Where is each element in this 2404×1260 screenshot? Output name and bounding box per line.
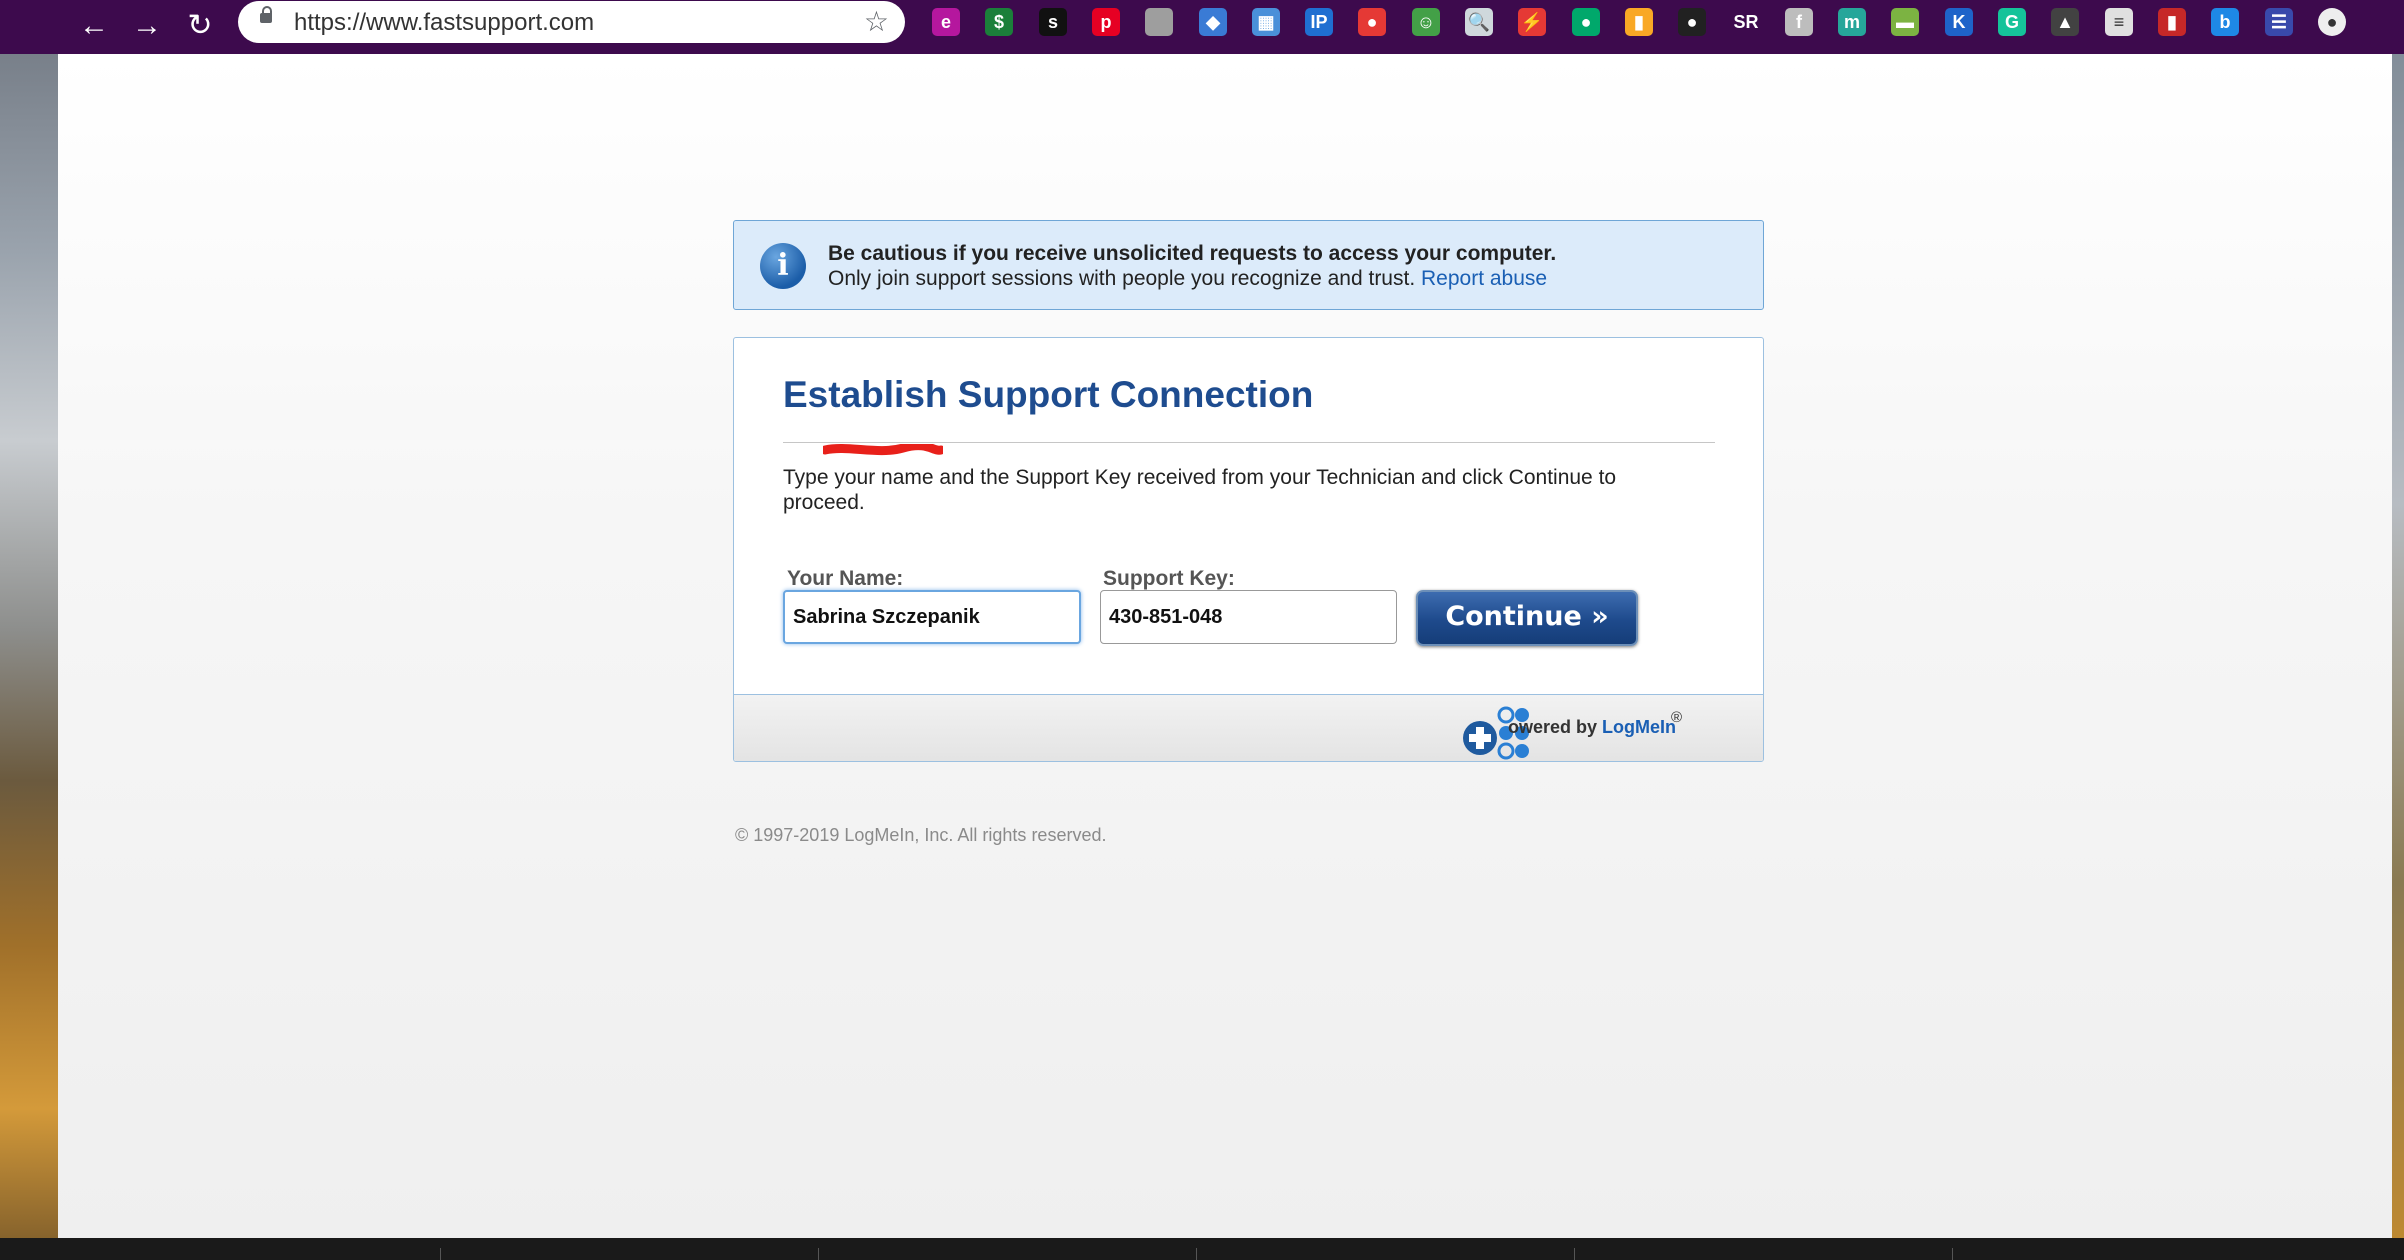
dock-separator [818,1248,819,1260]
page-content: i Be cautious if you receive unsolicited… [58,54,2392,1238]
dollar-extension-icon[interactable]: $ [985,8,1013,36]
e-extension-icon[interactable]: e [932,8,960,36]
copyright-text: © 1997-2019 LogMeIn, Inc. All rights res… [735,825,1107,845]
m-extension-icon[interactable]: m [1838,8,1866,36]
grammarly-extension-icon[interactable]: G [1998,8,2026,36]
redaction-mark [823,444,943,456]
browser-toolbar: ← → ↻ https://www.fastsupport.com ☆ e $ s p… [0,0,2404,54]
list-extension-icon[interactable]: ☰ [2265,8,2293,36]
red-circle-extension-icon[interactable]: ● [1358,8,1386,36]
dock-bar [0,1238,2404,1260]
forward-arrow-icon[interactable]: → [127,6,167,46]
support-key-input[interactable] [1100,590,1397,644]
bookmark-star-icon[interactable]: ☆ [864,5,889,38]
notice-body: Only join support sessions with people y… [828,267,1547,291]
money-extension-icon[interactable]: ▬ [1891,8,1919,36]
name-label: Your Name: [787,567,904,590]
info-icon: i [760,243,806,289]
desktop-wallpaper-right [2392,0,2404,1260]
dock-separator [440,1248,441,1260]
security-notice: i Be cautious if you receive unsolicited… [733,220,1764,310]
s-extension-icon[interactable]: s [1039,8,1067,36]
address-bar[interactable]: https://www.fastsupport.com ☆ [238,1,905,43]
ip-extension-icon[interactable]: IP [1305,8,1333,36]
instructions-text: Type your name and the Support Key recei… [783,466,1617,514]
bolt-extension-icon[interactable]: ⚡ [1518,8,1546,36]
reload-icon[interactable]: ↻ [180,6,220,46]
bag-extension-icon[interactable]: ▮ [1625,8,1653,36]
title-divider [783,442,1715,443]
diamond-extension-icon[interactable]: ◆ [1199,8,1227,36]
notice-text: Only join support sessions with people y… [828,267,1416,290]
cart-extension-icon[interactable]: ● [1572,8,1600,36]
notice-heading: Be cautious if you receive unsolicited r… [828,242,1557,265]
page-title: Establish Support Connection [783,374,1314,415]
registered-mark: ® [1671,709,1683,726]
name-input[interactable] [783,590,1081,644]
grey-box-extension-icon[interactable] [1145,8,1173,36]
report-abuse-link[interactable]: Report abuse [1421,267,1547,290]
dock-separator [1952,1248,1953,1260]
powered-prefix: owered by [1508,717,1603,737]
green-square-extension-icon[interactable]: ☺ [1412,8,1440,36]
dock-separator [1574,1248,1575,1260]
support-key-label: Support Key: [1103,567,1235,590]
newspaper-extension-icon[interactable]: ≡ [2105,8,2133,36]
profile-avatar-icon[interactable]: ● [2318,8,2346,36]
hat-extension-icon[interactable]: ▲ [2051,8,2079,36]
address-url[interactable]: https://www.fastsupport.com [294,9,594,37]
sr-extension-icon[interactable]: SR [1732,8,1760,36]
continue-button[interactable]: Continue » [1416,590,1638,646]
b-extension-icon[interactable]: b [2211,8,2239,36]
dock-separator [1196,1248,1197,1260]
book-extension-icon[interactable]: ▮ [2158,8,2186,36]
k-extension-icon[interactable]: K [1945,8,1973,36]
f-extension-icon[interactable]: f [1785,8,1813,36]
support-connection-card: Establish Support Connection Type your n… [733,337,1764,762]
image-extension-icon[interactable]: ▦ [1252,8,1280,36]
ghost-extension-icon[interactable]: ● [1678,8,1706,36]
back-arrow-icon[interactable]: ← [74,6,114,46]
search-extension-icon[interactable]: 🔍 [1465,8,1493,36]
logmein-link[interactable]: LogMeIn [1602,717,1676,737]
powered-by-text: owered by LogMeIn [1508,717,1676,738]
card-footer: owered by LogMeIn ® [734,694,1763,761]
desktop-wallpaper-left [0,0,58,1260]
lock-icon [260,6,272,23]
pinterest-extension-icon[interactable]: p [1092,8,1120,36]
